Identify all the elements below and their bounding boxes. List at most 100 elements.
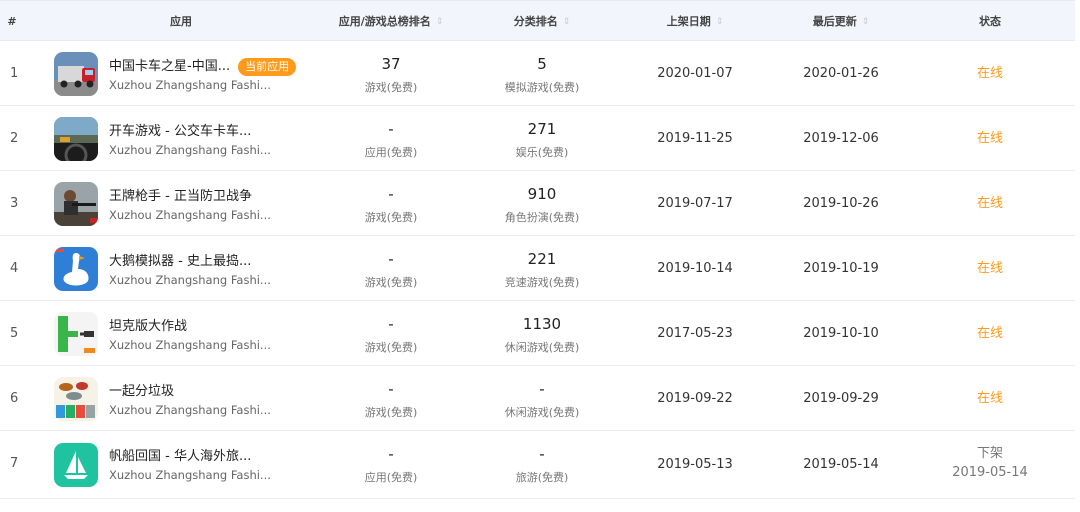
total-rank-value: - (388, 120, 394, 138)
total-rank-cell: - 游戏(免费) (318, 301, 464, 366)
last-update-date: 2019-09-29 (803, 391, 879, 406)
total-rank-type: 应用(免费) (364, 146, 418, 159)
category-rank-type: 角色扮演(免费) (504, 211, 580, 224)
total-rank-cell: 37 游戏(免费) (318, 41, 464, 106)
category-rank-cell: 221 竞速游戏(免费) (472, 236, 612, 301)
total-rank-cell: - 应用(免费) (318, 106, 464, 171)
total-rank-value: - (388, 445, 394, 463)
header-app: 应用 (170, 15, 192, 28)
status-online: 在线 (976, 196, 1003, 211)
sniper-game-icon[interactable] (54, 182, 98, 226)
app-name[interactable]: 一起分垃圾 (109, 380, 174, 399)
total-rank-type: 应用(免费) (364, 471, 418, 484)
row-index: 6 (10, 391, 19, 406)
app-name-text: 中国卡车之星-中国... (109, 59, 231, 74)
status-offline-date: 2019-05-14 (952, 465, 1028, 480)
category-rank-value: - (539, 380, 545, 398)
developer-name: Xuzhou Zhangshang Fashi... (109, 273, 271, 287)
header-last-update[interactable]: 最后更新 ⇕ (771, 1, 911, 42)
sort-icon[interactable]: ⇕ (563, 2, 571, 43)
total-rank-value: - (388, 380, 394, 398)
header-last-update-label: 最后更新 (812, 15, 857, 28)
status-online: 在线 (976, 391, 1003, 406)
table-row[interactable]: 6 一起分垃圾 Xuzhou Zhangshang Fashi... - 游戏(… (0, 366, 1075, 431)
status-online: 在线 (976, 326, 1003, 341)
category-rank-value: 1130 (522, 315, 562, 333)
developer-name: Xuzhou Zhangshang Fashi... (109, 403, 271, 417)
last-update-date: 2020-01-26 (803, 66, 879, 81)
release-date: 2020-01-07 (657, 66, 733, 81)
tank-game-icon[interactable] (54, 312, 98, 356)
header-category-rank[interactable]: 分类排名 ⇕ (472, 1, 612, 42)
total-rank-type: 游戏(免费) (364, 276, 418, 289)
table-row[interactable]: 2 开车游戏 - 公交车卡车... Xuzhou Zhangshang Fash… (0, 106, 1075, 171)
table-row[interactable]: 3 王牌枪手 - 正当防卫战争 Xuzhou Zhangshang Fashi.… (0, 171, 1075, 236)
release-date: 2017-05-23 (657, 326, 733, 341)
app-name[interactable]: 坦克版大作战 (109, 315, 187, 334)
total-rank-type: 游戏(免费) (364, 211, 418, 224)
header-release-date-label: 上架日期 (666, 15, 711, 28)
garbage-sort-game-icon[interactable] (54, 377, 98, 421)
header-release-date[interactable]: 上架日期 ⇕ (625, 1, 765, 42)
category-rank-value: 5 (537, 55, 547, 73)
sort-icon[interactable]: ⇕ (436, 2, 444, 43)
category-rank-cell: 1130 休闲游戏(免费) (472, 301, 612, 366)
row-index: 2 (10, 131, 19, 146)
developer-name: Xuzhou Zhangshang Fashi... (109, 78, 271, 92)
last-update-date: 2019-10-10 (803, 326, 879, 341)
last-update-date: 2019-12-06 (803, 131, 879, 146)
category-rank-value: 221 (527, 250, 557, 268)
release-date: 2019-10-14 (657, 261, 733, 276)
category-rank-value: - (539, 445, 545, 463)
app-name[interactable]: 开车游戏 - 公交车卡车... (109, 120, 251, 139)
app-name[interactable]: 王牌枪手 - 正当防卫战争 (109, 185, 252, 204)
status-offline-label: 下架 (976, 446, 1003, 461)
total-rank-value: - (388, 315, 394, 333)
last-update-date: 2019-10-26 (803, 196, 879, 211)
release-date: 2019-11-25 (657, 131, 733, 146)
last-update-date: 2019-10-19 (803, 261, 879, 276)
status-online: 在线 (976, 261, 1003, 276)
status-online: 在线 (976, 66, 1003, 81)
row-index: 1 (10, 66, 19, 81)
category-rank-type: 休闲游戏(免费) (504, 341, 580, 354)
total-rank-cell: - 应用(免费) (318, 431, 464, 496)
table-row[interactable]: 7 帆船回国 - 华人海外旅... Xuzhou Zhangshang Fash… (0, 431, 1075, 499)
truck-game-icon[interactable] (54, 52, 98, 96)
header-total-rank[interactable]: 应用/游戏总榜排名 ⇕ (318, 1, 464, 42)
table-row[interactable]: 5 坦克版大作战 Xuzhou Zhangshang Fashi... - 游戏… (0, 301, 1075, 366)
sort-icon[interactable]: ⇕ (716, 2, 724, 43)
total-rank-value: 37 (381, 55, 401, 73)
row-index: 3 (10, 196, 19, 211)
category-rank-cell: 271 娱乐(免费) (472, 106, 612, 171)
app-name[interactable]: 帆船回国 - 华人海外旅... (109, 445, 251, 464)
last-update-date: 2019-05-14 (803, 457, 879, 472)
developer-name: Xuzhou Zhangshang Fashi... (109, 338, 271, 352)
table-header: # 应用 应用/游戏总榜排名 ⇕ 分类排名 ⇕ 上架日期 ⇕ 最后更新 ⇕ 状态 (0, 0, 1075, 41)
total-rank-value: - (388, 185, 394, 203)
category-rank-cell: 5 模拟游戏(免费) (472, 41, 612, 106)
total-rank-type: 游戏(免费) (364, 81, 418, 94)
category-rank-type: 模拟游戏(免费) (504, 81, 580, 94)
row-index: 7 (10, 456, 19, 471)
driving-game-icon[interactable] (54, 117, 98, 161)
app-name[interactable]: 大鹅模拟器 - 史上最捣... (109, 250, 251, 269)
table-row[interactable]: 1 中国卡车之星-中国... 当前应用 Xuzhou Zhangshang Fas… (0, 41, 1075, 106)
status-offline: 下架 2019-05-14 (940, 431, 1040, 499)
category-rank-cell: 910 角色扮演(免费) (472, 171, 612, 236)
sailboat-app-icon[interactable] (54, 443, 98, 487)
app-name[interactable]: 中国卡车之星-中国... 当前应用 (109, 55, 297, 76)
category-rank-type: 休闲游戏(免费) (504, 406, 580, 419)
goose-game-icon[interactable] (54, 247, 98, 291)
category-rank-cell: - 旅游(免费) (472, 431, 612, 496)
developer-name: Xuzhou Zhangshang Fashi... (109, 143, 271, 157)
header-total-rank-label: 应用/游戏总榜排名 (338, 15, 431, 28)
release-date: 2019-07-17 (657, 196, 733, 211)
sort-icon[interactable]: ⇕ (862, 2, 870, 43)
category-rank-type: 旅游(免费) (515, 471, 569, 484)
current-app-badge: 当前应用 (238, 58, 297, 76)
category-rank-cell: - 休闲游戏(免费) (472, 366, 612, 431)
header-status: 状态 (979, 15, 1001, 28)
table-row[interactable]: 4 大鹅模拟器 - 史上最捣... Xuzhou Zhangshang Fash… (0, 236, 1075, 301)
total-rank-type: 游戏(免费) (364, 406, 418, 419)
